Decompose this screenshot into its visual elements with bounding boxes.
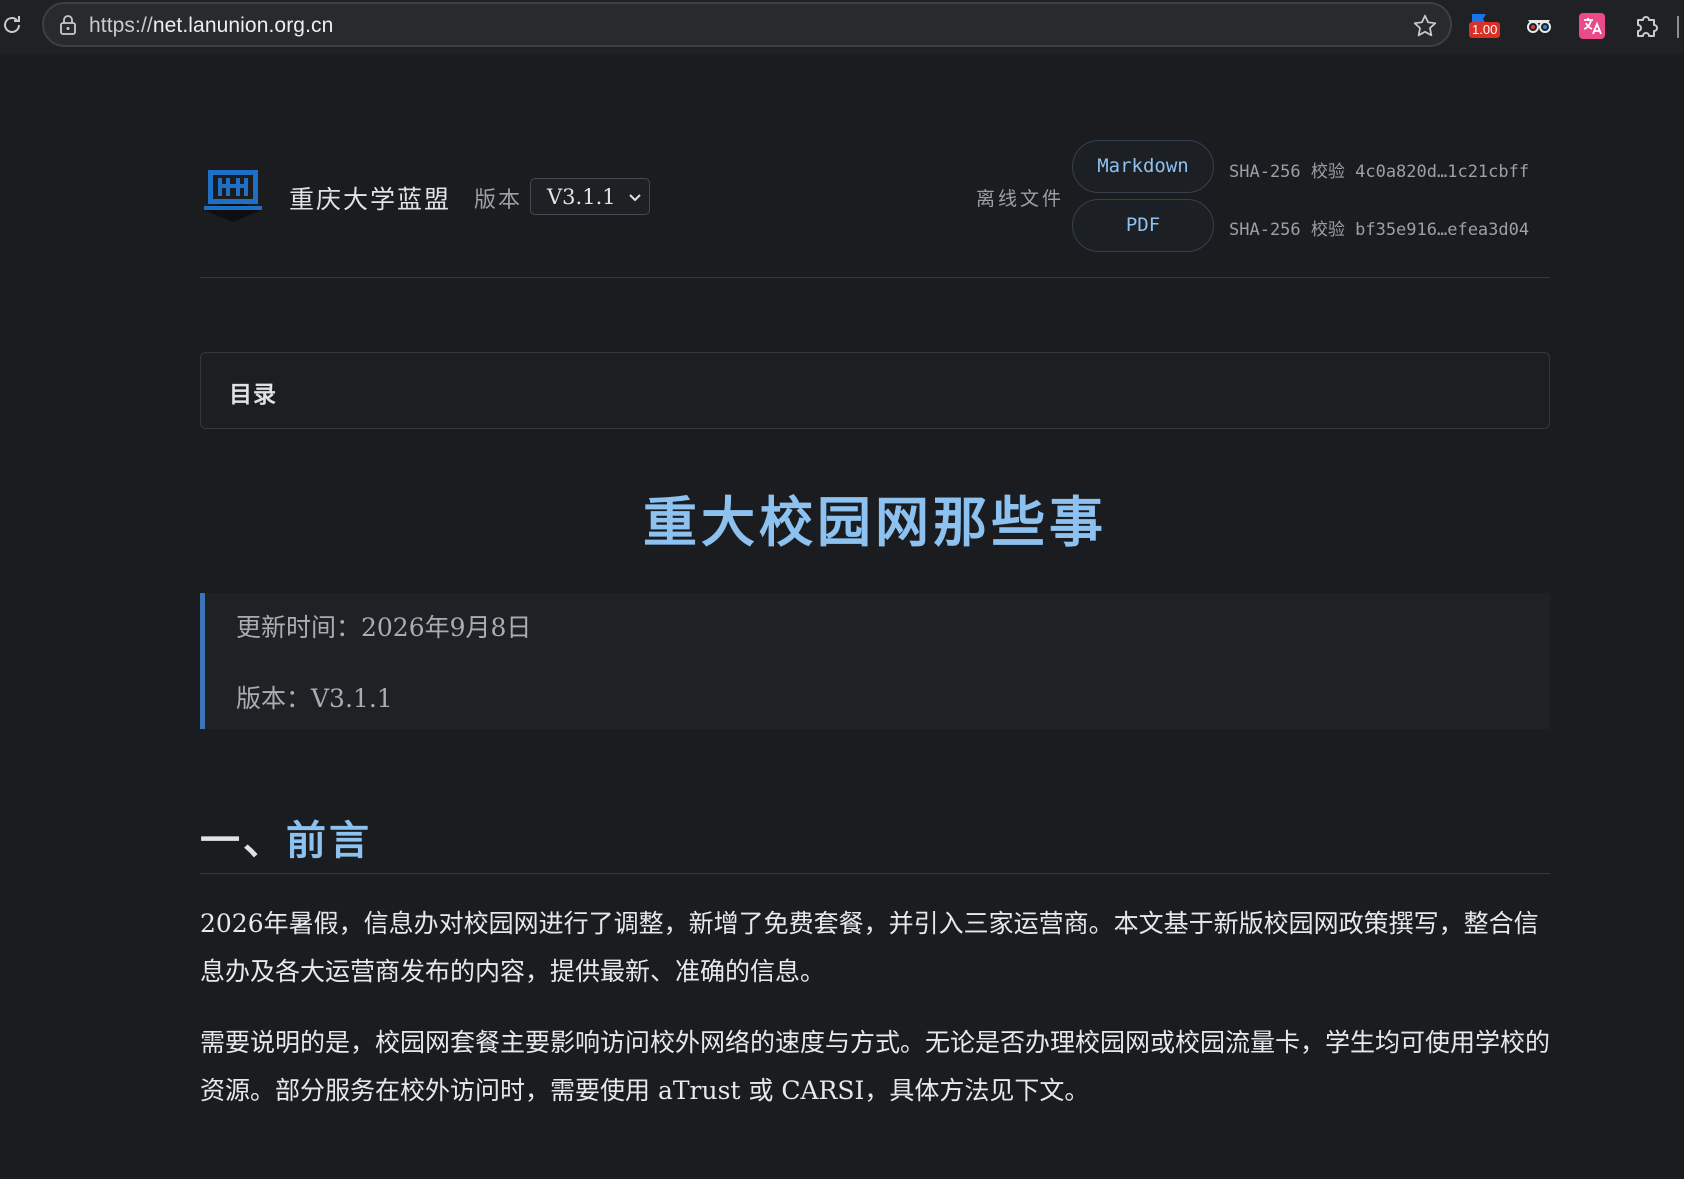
toc-label: 目录 <box>229 381 277 408</box>
extensions-puzzle-icon[interactable] <box>1630 10 1662 42</box>
lanunion-logo[interactable] <box>200 164 266 226</box>
page-title: 重大校园网那些事 <box>643 490 1107 554</box>
extension-badge: 1.00 <box>1469 22 1501 38</box>
section-title: 前言 <box>286 817 372 864</box>
puzzle-icon <box>1637 16 1658 37</box>
extension-translate-icon[interactable] <box>1576 10 1608 42</box>
address-bar[interactable]: https://net.lanunion.org.cn <box>42 2 1452 47</box>
version-select[interactable]: V3.1.1 <box>530 178 650 215</box>
paragraph: 2026年暑假，信息办对校园网进行了调整，新增了免费套餐，并引入三家运营商。本文… <box>200 909 1539 986</box>
reload-icon[interactable] <box>0 13 24 37</box>
bookmark-star-icon[interactable] <box>1412 13 1438 39</box>
document-meta-blockquote: 更新时间：2026年9月8日 版本：V3.1.1 <box>200 593 1550 729</box>
offline-files-label: 离线文件 <box>976 188 1065 210</box>
updated-date: 更新时间：2026年9月8日 <box>236 613 532 642</box>
table-of-contents[interactable]: 目录 <box>200 352 1550 429</box>
document-version: 版本：V3.1.1 <box>236 684 393 713</box>
toolbar-divider <box>1677 16 1679 38</box>
extension-speed-icon[interactable]: 1.00 <box>1466 10 1501 42</box>
markdown-sha256: SHA-256 校验 4c0a820d…1c21cbff <box>1229 162 1530 182</box>
translate-icon <box>1579 13 1605 39</box>
url-text: https://net.lanunion.org.cn <box>89 14 333 38</box>
chevron-down-icon <box>629 194 641 202</box>
version-label: 版本 <box>474 188 523 213</box>
url-host: net.lanunion.org.cn <box>152 14 334 37</box>
download-markdown-button[interactable]: Markdown <box>1072 140 1214 193</box>
site-name[interactable]: 重庆大学蓝盟 <box>289 180 451 216</box>
url-scheme: https:// <box>89 14 153 37</box>
section-heading-preface: 一、前言 <box>200 808 1550 874</box>
section-number: 一、 <box>200 817 286 864</box>
site-header: 重庆大学蓝盟 版本 V3.1.1 离线文件 Markdown PDF SHA-2… <box>200 138 1550 278</box>
extension-glasses-icon[interactable] <box>1523 10 1555 42</box>
version-select-value: V3.1.1 <box>547 185 616 209</box>
glasses-icon <box>1527 20 1551 33</box>
browser-toolbar: https://net.lanunion.org.cn 1.00 <box>0 0 1684 54</box>
download-pdf-button[interactable]: PDF <box>1072 199 1214 252</box>
paragraph: 需要说明的是，校园网套餐主要影响访问校外网络的速度与方式。无论是否办理校园网或校… <box>200 1028 1551 1105</box>
site-info-icon[interactable] <box>58 14 78 36</box>
pdf-sha256: SHA-256 校验 bf35e916…efea3d04 <box>1229 220 1530 240</box>
